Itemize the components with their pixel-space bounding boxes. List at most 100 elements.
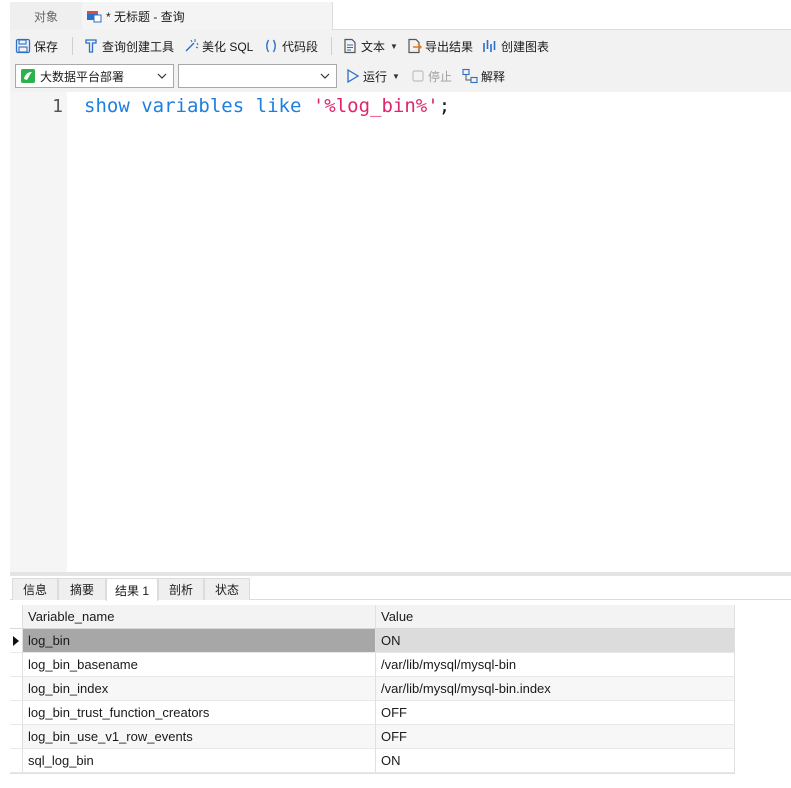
parentheses-icon xyxy=(266,39,276,53)
chevron-down-icon xyxy=(157,70,167,84)
table-cell[interactable]: /var/lib/mysql/mysql-bin xyxy=(376,653,735,677)
table-row[interactable]: log_bin ON xyxy=(10,629,735,653)
tab-profile-label: 剖析 xyxy=(168,583,193,597)
sql-keyword: show xyxy=(84,95,130,117)
text-mode-dropdown[interactable]: 文本 ▼ xyxy=(342,34,398,58)
beautify-sql-label: 美化 SQL xyxy=(202,39,254,54)
export-results-label: 导出结果 xyxy=(425,39,474,54)
chevron-down-icon xyxy=(320,70,330,84)
table-cell[interactable]: OFF xyxy=(376,725,735,749)
export-icon xyxy=(408,38,422,54)
table-cell[interactable]: log_bin_use_v1_row_events xyxy=(23,725,376,749)
row-indicator[interactable] xyxy=(10,653,23,677)
current-row-arrow-icon xyxy=(13,636,19,646)
tab-query[interactable]: * 无标题 - 查询 xyxy=(82,2,332,30)
export-results-button[interactable]: 导出结果 xyxy=(406,34,473,58)
tab-objects-label: 对象 xyxy=(33,9,58,24)
save-label: 保存 xyxy=(34,39,59,54)
row-indicator[interactable] xyxy=(10,701,23,725)
run-button[interactable]: 运行 ▼ xyxy=(346,64,400,88)
tab-summary-label: 摘要 xyxy=(69,583,94,597)
table-cell[interactable]: log_bin_trust_function_creators xyxy=(23,701,376,725)
tab-profile[interactable]: 剖析 xyxy=(158,578,204,600)
tab-status-label: 状态 xyxy=(214,583,239,597)
table-cell[interactable]: OFF xyxy=(376,701,735,725)
tab-divider xyxy=(332,2,333,30)
sql-code-line[interactable]: show variables like '%log_bin%'; xyxy=(84,95,450,117)
sql-keyword: like xyxy=(255,95,302,117)
column-header-variable-name[interactable]: Variable_name xyxy=(23,605,376,629)
chart-icon xyxy=(483,40,496,52)
line-number: 1 xyxy=(52,96,63,117)
table-row[interactable]: log_bin_basename /var/lib/mysql/mysql-bi… xyxy=(10,653,735,677)
row-indicator[interactable] xyxy=(10,725,23,749)
stop-icon xyxy=(412,70,424,82)
explain-icon xyxy=(462,68,478,84)
chevron-down-icon: ▼ xyxy=(392,71,400,81)
stop-button[interactable]: 停止 xyxy=(411,64,452,88)
sql-semicolon: ; xyxy=(438,95,451,117)
table-row[interactable]: log_bin_trust_function_creators OFF xyxy=(10,701,735,725)
explain-label: 解释 xyxy=(481,69,506,84)
table-cell[interactable]: log_bin_index xyxy=(23,677,376,701)
play-icon xyxy=(347,68,360,84)
tab-result-1[interactable]: 结果 1 xyxy=(106,578,158,601)
code-snippet-button[interactable]: 代码段 xyxy=(263,34,318,58)
query-toolbar: 保存 查询创建工具 美化 SQL 代码段 文本 ▼ 导出结果 创建图表 大数据平… xyxy=(10,30,791,92)
query-table-icon xyxy=(86,9,102,23)
toolbar-row-run: 大数据平台部署 运行 ▼ 停止 解释 xyxy=(10,63,791,89)
row-indicator[interactable] xyxy=(10,629,23,653)
tab-info[interactable]: 信息 xyxy=(12,578,58,600)
table-cell[interactable]: /var/lib/mysql/mysql-bin.index xyxy=(376,677,735,701)
text-mode-label: 文本 xyxy=(361,39,386,54)
database-select[interactable] xyxy=(178,64,337,88)
create-chart-button[interactable]: 创建图表 xyxy=(482,34,549,58)
tab-summary[interactable]: 摘要 xyxy=(58,578,106,600)
document-icon xyxy=(344,38,356,54)
create-chart-label: 创建图表 xyxy=(501,39,550,54)
table-cell[interactable]: sql_log_bin xyxy=(23,749,376,773)
grid-bottom-border xyxy=(10,773,735,774)
toolbar-separator xyxy=(331,37,332,55)
magic-wand-icon xyxy=(185,39,199,52)
line-number-gutter: 1 xyxy=(10,92,67,572)
query-builder-icon xyxy=(85,39,97,53)
tab-status[interactable]: 状态 xyxy=(204,578,250,600)
connection-icon xyxy=(20,68,36,84)
row-indicator[interactable] xyxy=(10,749,23,773)
table-cell[interactable]: log_bin xyxy=(23,629,376,653)
save-icon xyxy=(15,38,31,54)
sql-keyword: variables xyxy=(141,95,245,117)
row-indicator-header xyxy=(10,605,23,629)
toolbar-separator xyxy=(72,37,73,55)
tab-objects[interactable]: 对象 xyxy=(10,2,82,30)
result-tab-bar: 信息 摘要 结果 1 剖析 状态 xyxy=(10,576,791,601)
table-cell[interactable]: log_bin_basename xyxy=(23,653,376,677)
sql-string: '%log_bin%' xyxy=(312,95,439,117)
sql-editor[interactable]: 1 show variables like '%log_bin%'; xyxy=(10,92,791,572)
explain-button[interactable]: 解释 xyxy=(462,64,505,88)
tab-query-label: * 无标题 - 查询 xyxy=(106,9,185,24)
save-button[interactable]: 保存 xyxy=(15,34,58,58)
beautify-sql-button[interactable]: 美化 SQL xyxy=(183,34,253,58)
stop-label: 停止 xyxy=(428,69,453,84)
run-label: 运行 xyxy=(363,69,388,84)
table-row[interactable]: log_bin_use_v1_row_events OFF xyxy=(10,725,735,749)
table-cell[interactable]: ON xyxy=(376,749,735,773)
code-snippet-label: 代码段 xyxy=(282,39,319,54)
connection-label: 大数据平台部署 xyxy=(40,69,125,84)
query-builder-label: 查询创建工具 xyxy=(102,39,175,54)
tab-bar: 对象 * 无标题 - 查询 xyxy=(0,0,791,30)
toolbar-row-main: 保存 查询创建工具 美化 SQL 代码段 文本 ▼ 导出结果 创建图表 xyxy=(10,34,791,58)
chevron-down-icon: ▼ xyxy=(390,41,398,51)
query-builder-button[interactable]: 查询创建工具 xyxy=(83,34,174,58)
connection-select[interactable]: 大数据平台部署 xyxy=(15,64,174,88)
table-row[interactable]: sql_log_bin ON xyxy=(10,749,735,773)
table-row[interactable]: log_bin_index /var/lib/mysql/mysql-bin.i… xyxy=(10,677,735,701)
grid-header-row: Variable_name Value xyxy=(10,605,735,629)
table-cell[interactable]: ON xyxy=(376,629,735,653)
row-indicator[interactable] xyxy=(10,677,23,701)
tab-info-label: 信息 xyxy=(22,583,47,597)
tab-result-1-label: 结果 1 xyxy=(114,583,149,598)
column-header-value[interactable]: Value xyxy=(376,605,735,629)
